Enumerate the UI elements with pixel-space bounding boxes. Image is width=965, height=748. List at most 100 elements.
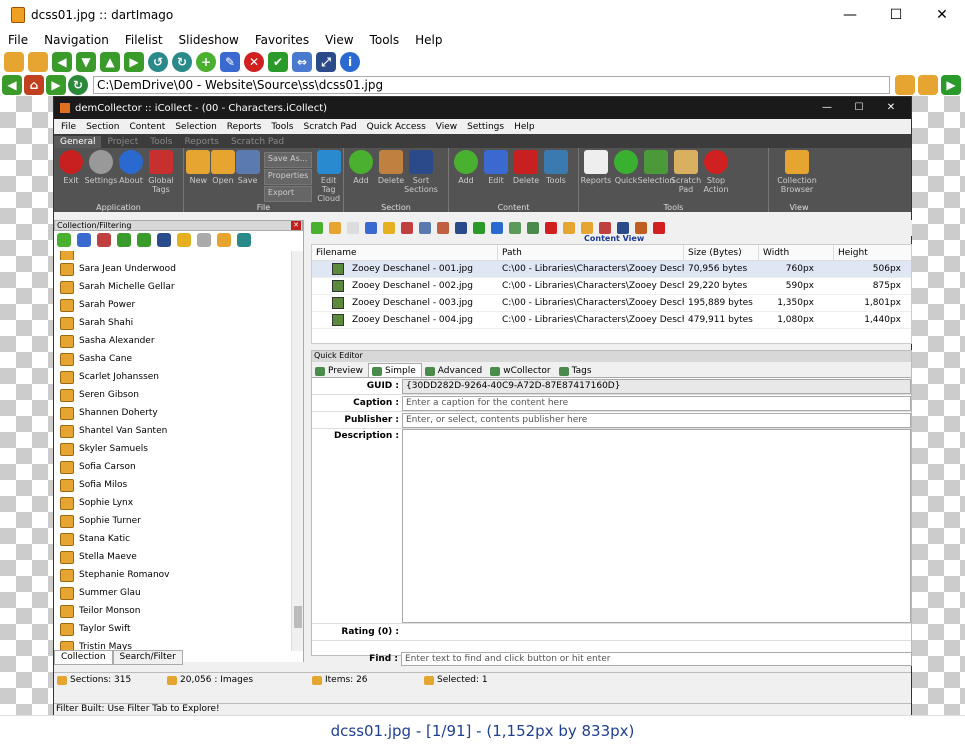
table-row: Zooey Deschanel - 004.jpg C:\00 - Librar… [312,312,911,329]
fullscreen-icon[interactable]: ⤢ [316,52,336,72]
inner-menu-item: File [61,121,77,132]
menu-help[interactable]: Help [407,33,450,47]
cell-height: 875px [872,281,901,291]
info-icon[interactable]: i [340,52,360,72]
edit-icon[interactable]: ✎ [220,52,240,72]
menu-slideshow[interactable]: Slideshow [171,33,247,47]
list-item: Sofia Carson [79,462,136,472]
refresh-icon[interactable]: ↻ [68,75,88,95]
table-row: Zooey Deschanel - 001.jpg C:\00 - Librar… [312,261,911,278]
menu-tools[interactable]: Tools [362,33,408,47]
folder-icon [60,370,74,384]
path-input[interactable]: C:\DemDrive\00 - Website\Source\ss\dcss0… [93,76,890,94]
find-row: Find : Enter text to find and click butt… [311,651,912,667]
image-thumbnail [332,280,344,292]
ribbon-button-label: About [119,176,143,185]
folder-icon [60,298,74,312]
content-panel: Content View Filename Path Size (Bytes) … [311,220,912,668]
cell-filename: Zooey Deschanel - 004.jpg [352,315,473,325]
quick-editor-tabs: Preview Simple Advanced wCollector Tags [312,362,911,378]
arrow-right-icon[interactable]: ▶ [124,52,144,72]
ribbon-button-label: Scratch Pad [670,176,702,194]
ribbon-group-label: Tools [663,203,684,212]
ribbon-button-label: Reports [580,176,612,185]
list-item: Shannen Doherty [79,408,158,418]
tool-icon [437,222,449,234]
tab-simple: Simple [368,363,422,377]
list-item: Sophie Lynx [79,498,134,508]
inner-title: demCollector :: iCollect - (00 - Charact… [75,102,328,114]
forward-icon[interactable]: ▶ [46,75,66,95]
menu-navigation[interactable]: Navigation [36,33,117,47]
list-item: Stella Maeve [79,552,137,562]
selected-count: Selected: 1 [421,675,488,685]
folder-icon[interactable] [28,52,48,72]
tab-wcollector: wCollector [487,364,555,377]
inner-menu-item: Help [514,121,535,132]
folder-icon [217,233,231,247]
app-icon [11,7,25,23]
arrow-down-icon[interactable]: ▼ [76,52,96,72]
folder-icon [60,424,74,438]
arrow-up-icon[interactable]: ▲ [100,52,120,72]
save-icon [455,222,467,234]
list-item: Stephanie Romanov [79,570,170,580]
check-icon[interactable]: ✔ [268,52,288,72]
menu-file[interactable]: File [0,33,36,47]
window-title: dcss01.jpg :: dartImago [31,8,174,22]
add-icon[interactable]: + [196,52,216,72]
ribbon-group-label: Section [381,203,411,212]
folder-icon[interactable] [895,75,915,95]
image-thumbnail [332,314,344,326]
rotate-right-icon[interactable]: ↻ [172,52,192,72]
delete-icon[interactable]: ✕ [244,52,264,72]
go-icon[interactable]: ▶ [941,75,961,95]
arrow-left-icon[interactable]: ◀ [52,52,72,72]
menu-bar: File Navigation Filelist Slideshow Favor… [0,30,965,50]
inner-menu-item: Quick Access [366,121,426,132]
back-icon[interactable]: ◀ [2,75,22,95]
folder-icon [60,442,74,456]
folder-icon [60,604,74,618]
tag-icon [491,222,503,234]
find-label: Find : [369,654,398,664]
list-item: Sofia Milos [79,480,128,490]
ribbon-tabs: General Project Tools Reports Scratch Pa… [54,134,911,148]
minimize-button[interactable]: — [827,0,873,30]
find-field: Enter text to find and click button or h… [401,652,912,666]
home-icon[interactable]: ⌂ [24,75,44,95]
rating-label: Rating (0) : [341,627,399,637]
folder-icon [60,262,74,276]
cell-width: 590px [785,281,814,291]
close-button[interactable]: ✕ [919,0,965,30]
folder-icon [60,460,74,474]
caption-label: Caption : [353,398,399,408]
menu-view[interactable]: View [317,33,361,47]
menu-filelist[interactable]: Filelist [117,33,171,47]
ribbon-button-label: Quick [614,176,638,185]
rating-field [402,624,911,640]
maximize-button[interactable]: ☐ [873,0,919,30]
ribbon-group-label: File [256,203,271,212]
folder-icon [60,334,74,348]
star-icon [383,222,395,234]
ribbon-button-label: Collection Browser [777,176,817,194]
table-row: Zooey Deschanel - 002.jpg C:\00 - Librar… [312,278,911,295]
collection-panel: Collection/Filtering ✕ Sara Jean Underwoo… [54,220,304,665]
folder-icon [60,388,74,402]
collection-tabs: Collection Search/Filter [54,650,304,665]
rotate-left-icon[interactable]: ↺ [148,52,168,72]
fit-window-icon[interactable]: ⇔ [292,52,312,72]
inner-minimize-icon: — [822,102,832,113]
list-item: Sara Jean Underwood [79,264,176,274]
cell-size: 70,956 bytes [688,264,748,274]
open-folder-icon[interactable] [4,52,24,72]
folder-icon [60,514,74,528]
delete-icon [401,222,413,234]
properties-label: Properties [263,169,313,185]
cell-height: 1,801px [864,298,901,308]
save-as-label: Save As... [263,152,313,168]
open-folder-icon[interactable] [918,75,938,95]
inner-menu-item: Settings [467,121,505,132]
menu-favorites[interactable]: Favorites [247,33,317,47]
